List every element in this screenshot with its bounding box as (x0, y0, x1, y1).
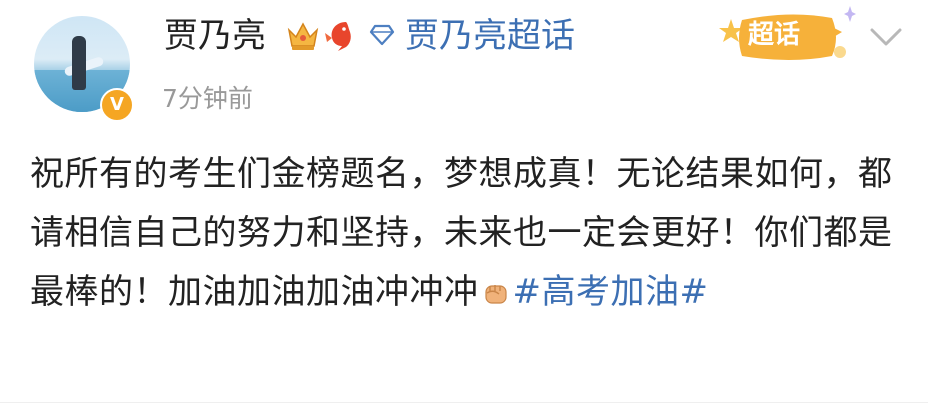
post-body-text: 祝所有的考生们金榜题名，梦想成真！无论结果如何，都请相信自己的努力和坚持，未来也… (30, 154, 893, 312)
chevron-down-icon[interactable] (868, 26, 904, 48)
weibo-post-card: V 贾乃亮 贾乃亮超话 7分钟前 超话 祝所有的考生们金榜题名，梦想成真！无论结… (0, 0, 928, 406)
diamond-icon (369, 24, 395, 46)
post-content: 祝所有的考生们金榜题名，梦想成真！无论结果如何，都请相信自己的努力和坚持，未来也… (30, 145, 900, 322)
divider (0, 402, 928, 403)
koi-fish-icon (325, 22, 351, 51)
hashtag-link[interactable]: #高考加油# (513, 272, 709, 312)
verified-v-icon: V (100, 88, 134, 122)
supertopic-badge-label[interactable]: 超话 (748, 18, 800, 52)
post-timestamp: 7分钟前 (162, 84, 253, 113)
supertopic-link[interactable]: 贾乃亮超话 (405, 14, 575, 58)
fist-emoji-icon (484, 285, 507, 304)
avatar-person (72, 36, 86, 90)
username[interactable]: 贾乃亮 (164, 14, 266, 58)
crown-icon (287, 22, 319, 50)
